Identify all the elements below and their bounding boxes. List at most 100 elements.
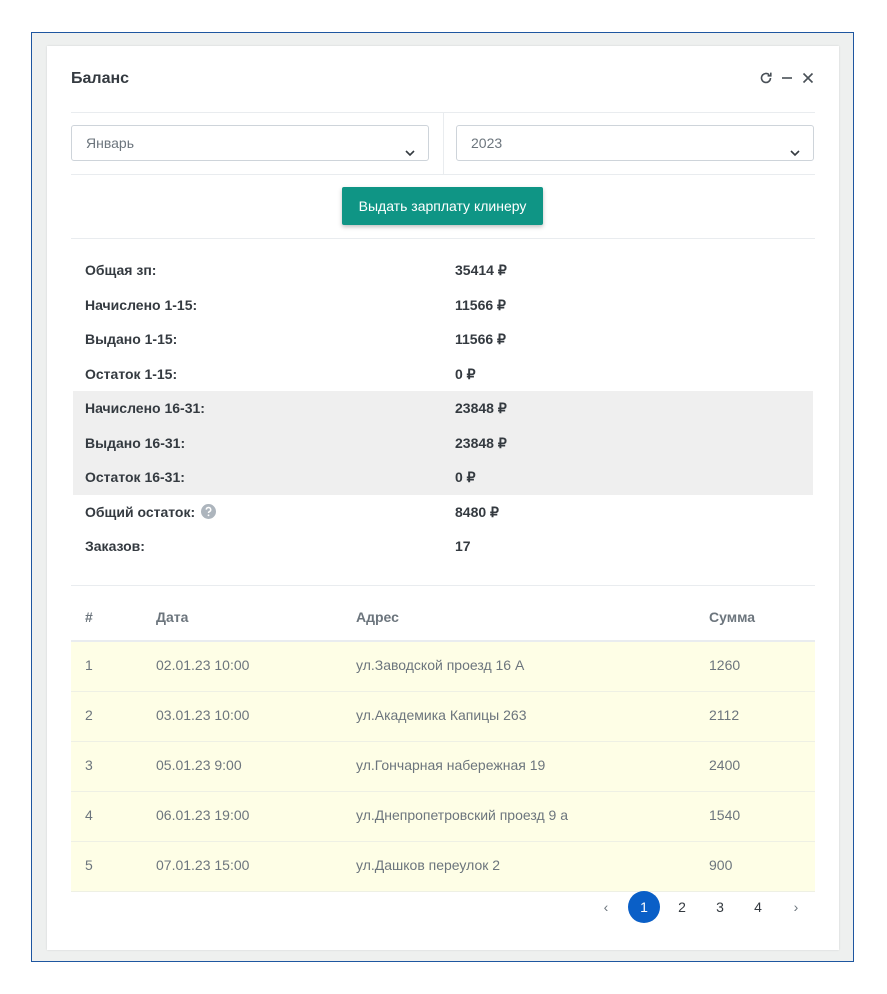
stat-label-text: Выдано 16-31: <box>85 434 186 451</box>
stat-label-text: Общая зп: <box>85 262 157 278</box>
stat-label: Общий остаток: <box>85 503 217 520</box>
next-page-button[interactable]: › <box>777 891 815 923</box>
page-button-4[interactable]: 4 <box>739 891 777 923</box>
prev-page-button-label: ‹ <box>603 899 609 915</box>
stat-value: 23848 ₽ <box>455 400 507 416</box>
cell-address: ул.Гончарная набережная 19 <box>356 757 546 773</box>
cell-number: 4 <box>85 807 93 823</box>
table-row[interactable]: 4 06.01.23 19:00 ул.Днепропетровский проез… <box>71 792 815 842</box>
cell-address: ул.Академика Капицы 263 <box>356 707 527 723</box>
page-button-3[interactable]: 3 <box>701 891 739 923</box>
stat-value: 11566 ₽ <box>455 296 506 313</box>
stat-label: Остаток 16-31: <box>85 469 185 485</box>
stat-value: 8480 ₽ <box>455 503 499 520</box>
stat-label-text: Выдано 1-15: <box>85 331 178 347</box>
stat-label-text: Начислено 1-15: <box>85 296 198 313</box>
stat-label: Общая зп: <box>85 262 156 278</box>
stat-label: Начислено 16-31: <box>85 400 205 416</box>
page-button-4-label: 4 <box>754 899 762 915</box>
cell-address: ул.Днепропетровский проезд 9 а <box>356 807 568 823</box>
cell-number: 3 <box>85 757 93 773</box>
cell-sum: 900 <box>709 857 733 873</box>
stat-value: 17 <box>455 538 471 554</box>
close-icon[interactable] <box>801 71 815 85</box>
stat-label: Выдано 16-31: <box>85 435 185 451</box>
cell-date: 07.01.23 15:00 <box>156 857 250 873</box>
cell-number: 5 <box>85 857 93 873</box>
stat-row: Заказов: 17 <box>73 529 813 564</box>
orders-table: # Дата Адрес Сумма 1 02.01.23 10:00 ул.Зав… <box>71 594 815 892</box>
cell-date: 03.01.23 10:00 <box>156 707 250 723</box>
cell-sum: 2400 <box>709 757 741 773</box>
divider <box>71 174 815 175</box>
page-button-2-label: 2 <box>678 899 686 915</box>
stat-label-text: Остаток 1-15: <box>85 365 178 382</box>
cell-date: 05.01.23 9:00 <box>156 757 242 773</box>
stat-row: Общая зп: 35414 ₽ <box>73 253 813 288</box>
refresh-icon[interactable] <box>759 71 773 85</box>
stat-label: Начислено 1-15: <box>85 297 197 313</box>
cell-sum: 1260 <box>709 657 741 673</box>
stat-row: Выдано 1-15: 11566 ₽ <box>73 322 813 357</box>
stat-value: 23848 ₽ <box>455 434 507 451</box>
minimize-icon[interactable] <box>780 71 794 85</box>
page-button-3-label: 3 <box>716 899 724 915</box>
pagination: ‹ 1 2 3 4 › <box>587 891 815 923</box>
stat-label: Заказов: <box>85 538 145 554</box>
stat-value: 11566 ₽ <box>455 331 506 347</box>
column-header-date[interactable]: Дата <box>156 609 188 625</box>
cell-sum: 2112 <box>709 707 740 723</box>
stat-value: 35414 ₽ <box>455 262 507 278</box>
table-body: 1 02.01.23 10:00 ул.Заводской проезд 16 А 1… <box>71 642 815 892</box>
cell-number: 1 <box>85 657 93 673</box>
help-icon[interactable] <box>201 503 217 519</box>
column-header-sum[interactable]: Сумма <box>709 609 755 625</box>
prev-page-button[interactable]: ‹ <box>587 891 625 923</box>
cell-date: 06.01.23 19:00 <box>156 807 250 823</box>
cell-address: ул.Заводской проезд 16 А <box>356 657 525 673</box>
stat-label-text: Заказов: <box>85 538 145 554</box>
cell-address: ул.Дашков переулок 2 <box>356 857 501 873</box>
stat-value: 0 ₽ <box>455 365 476 382</box>
card-title: Баланс <box>71 70 130 87</box>
stat-label: Выдано 1-15: <box>85 331 177 347</box>
table-row[interactable]: 1 02.01.23 10:00 ул.Заводской проезд 16 А 1… <box>71 642 815 692</box>
chevron-down-icon <box>789 137 801 157</box>
stat-row: Выдано 16-31: 23848 ₽ <box>73 425 813 460</box>
column-header-address[interactable]: Адрес <box>356 609 399 625</box>
year-select-value: 2023 <box>471 135 503 151</box>
year-select[interactable]: 2023 <box>456 125 814 161</box>
cell-number: 2 <box>85 707 93 723</box>
cell-date: 02.01.23 10:00 <box>156 657 250 673</box>
stat-row: Начислено 16-31: 23848 ₽ <box>73 391 813 426</box>
cell-sum: 1540 <box>709 807 741 823</box>
panel-frame: Баланс Январь 2023 Выдать зарплату клине… <box>31 32 854 962</box>
next-page-button-label: › <box>793 899 799 915</box>
chevron-down-icon <box>404 137 416 157</box>
page-button-1-label: 1 <box>628 891 660 923</box>
stats-list: Общая зп: 35414 ₽ Начислено 1-15: 11566 ₽ Вы… <box>73 253 813 564</box>
month-select[interactable]: Январь <box>71 125 429 161</box>
page-button-1[interactable]: 1 <box>625 891 663 923</box>
month-select-value: Январь <box>86 135 134 151</box>
stat-label-text: Общий остаток: <box>85 503 196 520</box>
table-row[interactable]: 3 05.01.23 9:00 ул.Гончарная набережная 19… <box>71 742 815 792</box>
stat-row: Общий остаток: 8480 ₽ <box>73 495 813 530</box>
table-row[interactable]: 5 07.01.23 15:00 ул.Дашков переулок 2 900 <box>71 842 815 892</box>
table-header: # Дата Адрес Сумма <box>71 594 815 642</box>
page-button-2[interactable]: 2 <box>663 891 701 923</box>
column-header-number[interactable]: # <box>85 609 93 625</box>
card-tools <box>759 71 815 85</box>
stat-row: Начислено 1-15: 11566 ₽ <box>73 288 813 323</box>
stat-row: Остаток 1-15: 0 ₽ <box>73 357 813 392</box>
card-header: Баланс <box>71 70 815 110</box>
stat-label: Остаток 1-15: <box>85 366 177 382</box>
stat-row: Остаток 16-31: 0 ₽ <box>73 460 813 495</box>
filter-separator <box>443 112 444 174</box>
table-row[interactable]: 2 03.01.23 10:00 ул.Академика Капицы 263 21… <box>71 692 815 742</box>
divider <box>71 585 815 586</box>
pay-cleaner-button[interactable]: Выдать зарплату клинеру <box>342 187 543 225</box>
balance-card: Баланс Январь 2023 Выдать зарплату клине… <box>47 46 839 950</box>
divider <box>71 238 815 239</box>
stat-label-text: Начислено 16-31: <box>85 400 205 416</box>
